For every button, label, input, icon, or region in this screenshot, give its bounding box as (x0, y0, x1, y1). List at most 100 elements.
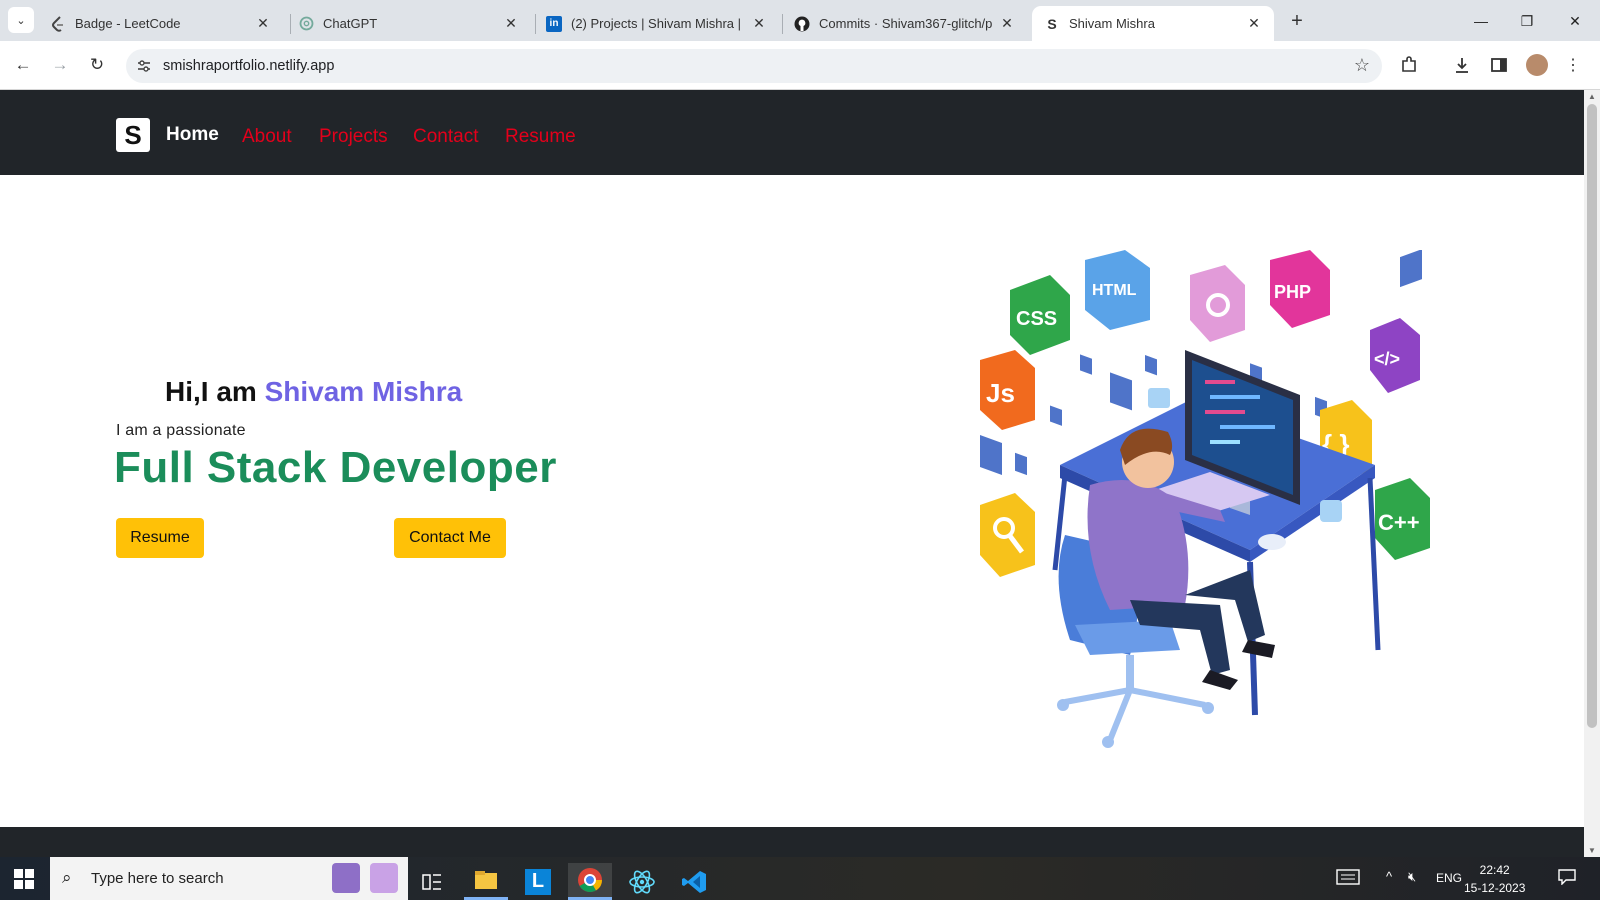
js-badge-icon: Js (980, 350, 1035, 430)
minimize-button[interactable]: — (1458, 8, 1504, 34)
cpp-badge-icon: C++ (1375, 478, 1430, 560)
nav-resume-link[interactable]: Resume (505, 126, 576, 148)
nav-projects-link[interactable]: Projects (319, 126, 388, 148)
file-explorer-icon[interactable] (464, 863, 508, 900)
browser-tab-linkedin[interactable]: in (2) Projects | Shivam Mishra | Li ✕ (534, 6, 779, 41)
windows-taskbar: ⌕ Type here to search L ^ 🔇︎ ENG 22:42 1… (0, 857, 1600, 900)
restore-button[interactable]: ❐ (1504, 8, 1550, 34)
page-footer-strip (0, 827, 1584, 857)
extensions-icon[interactable] (1396, 52, 1422, 78)
hero-role: Full Stack Developer (114, 443, 557, 492)
taskbar-search-box[interactable]: ⌕ Type here to search (50, 857, 408, 900)
svg-text:CSS: CSS (1016, 308, 1057, 330)
speaker-muted-icon[interactable]: 🔇︎ (1408, 869, 1416, 885)
taskbar-search-placeholder: Type here to search (91, 870, 224, 887)
restore-icon: ❐ (1520, 12, 1534, 29)
clock-date: 15-12-2023 (1464, 881, 1526, 895)
back-button[interactable]: ← (10, 52, 36, 78)
close-tab-icon[interactable]: ✕ (999, 15, 1015, 32)
search-badge-icon (980, 493, 1035, 577)
download-icon[interactable] (1449, 52, 1475, 78)
site-navbar: S Home About Projects Contact Resume (0, 90, 1584, 175)
hero-heading: Hi,I am Shivam Mishra (165, 376, 462, 408)
avatar (1526, 54, 1548, 76)
arrow-left-icon: ← (14, 55, 32, 74)
browser-tab-chatgpt[interactable]: ChatGPT ✕ (286, 6, 531, 41)
svg-text:Js: Js (986, 378, 1015, 408)
url-text[interactable]: smishraportfolio.netlify.app (163, 58, 334, 74)
hero-subtitle: I am a passionate (116, 422, 246, 439)
mouse (1258, 534, 1286, 550)
site-logo[interactable]: S (116, 118, 150, 152)
new-tab-button[interactable]: + (1284, 8, 1310, 34)
code-tag-badge-icon: </> (1370, 318, 1420, 393)
vscode-icon[interactable] (672, 863, 716, 900)
chevron-down-icon: ⌄ (16, 14, 26, 27)
address-bar[interactable]: smishraportfolio.netlify.app ☆ (126, 49, 1382, 83)
close-tab-icon[interactable]: ✕ (751, 15, 767, 32)
site-s-icon: S (1047, 15, 1057, 32)
minimize-icon: — (1474, 13, 1488, 29)
hero-greeting: Hi,I am (165, 376, 265, 407)
browser-toolbar: ← → ↻ smishraportfolio.netlify.app ☆ ⋮ (0, 41, 1600, 90)
browser-tab-strip: ⌄ Badge - LeetCode ✕ ChatGPT ✕ in (2) Pr… (0, 0, 1600, 41)
search-highlight-icon (370, 863, 398, 893)
html-badge-icon: HTML (1085, 250, 1150, 330)
scroll-thumb[interactable] (1587, 104, 1597, 728)
gear-badge-icon (1190, 265, 1245, 342)
nav-contact-link[interactable]: Contact (413, 126, 478, 148)
site-settings-icon[interactable] (134, 56, 154, 76)
linkedin-icon: in (546, 15, 562, 32)
leetcode-icon (50, 15, 66, 32)
svg-text:PHP: PHP (1274, 282, 1311, 302)
keyboard-layout-icon[interactable] (1336, 869, 1360, 888)
reload-icon: ↻ (89, 55, 105, 74)
plus-icon: + (1291, 9, 1303, 32)
hero-name: Shivam Mishra (264, 376, 463, 407)
search-icon: ⌕ (62, 868, 72, 887)
bookmark-star-icon[interactable]: ☆ (1354, 55, 1370, 76)
tab-search-button[interactable]: ⌄ (8, 7, 34, 33)
language-indicator[interactable]: ENG (1436, 871, 1462, 885)
task-view-icon[interactable] (410, 863, 454, 900)
arrow-right-icon: → (51, 55, 69, 74)
chevron-up-icon[interactable]: ^ (1386, 869, 1392, 884)
nav-home-link[interactable]: Home (166, 124, 219, 146)
scroll-down-icon[interactable]: ▼ (1587, 846, 1597, 855)
browser-tab-leetcode[interactable]: Badge - LeetCode ✕ (38, 6, 283, 41)
forward-button[interactable]: → (47, 52, 73, 78)
resume-button[interactable]: Resume (116, 518, 204, 558)
l-app-icon[interactable]: L (516, 863, 560, 900)
browser-tab-github[interactable]: Commits · Shivam367-glitch/pr ✕ (782, 6, 1027, 41)
clock-time: 22:42 (1479, 863, 1510, 877)
search-highlight-icon (332, 863, 360, 893)
close-window-button[interactable]: ✕ (1552, 8, 1598, 34)
nav-about-link[interactable]: About (242, 126, 292, 148)
close-tab-icon[interactable]: ✕ (255, 15, 271, 32)
coffee-cup (1320, 500, 1342, 522)
chatgpt-icon (298, 16, 314, 32)
profile-avatar[interactable] (1524, 52, 1550, 78)
php-badge-icon: PHP (1270, 250, 1330, 328)
chrome-icon[interactable] (568, 863, 612, 900)
pencil-cup (1148, 388, 1170, 408)
side-panel-icon[interactable] (1486, 52, 1512, 78)
reload-button[interactable]: ↻ (84, 52, 110, 78)
svg-text:C++: C++ (1378, 510, 1420, 535)
css-badge-icon: CSS (1010, 275, 1070, 355)
developer-at-desk-illustration: CSS HTML PHP </> Js { } C++ (980, 250, 1430, 748)
svg-text:</>: </> (1374, 349, 1400, 369)
react-app-icon[interactable] (620, 863, 664, 900)
windows-start-icon[interactable] (14, 869, 34, 889)
browser-menu-icon[interactable]: ⋮ (1560, 52, 1586, 78)
contact-me-button[interactable]: Contact Me (394, 518, 506, 558)
notification-icon[interactable] (1558, 869, 1576, 888)
taskbar-clock[interactable]: 22:42 15-12-2023 (1464, 861, 1525, 897)
browser-tab-shivam-mishra[interactable]: S Shivam Mishra ✕ (1032, 6, 1274, 41)
close-icon: ✕ (1569, 12, 1581, 29)
close-tab-icon[interactable]: ✕ (503, 15, 519, 32)
page-scrollbar[interactable]: ▲ ▼ (1584, 90, 1600, 857)
close-tab-icon[interactable]: ✕ (1246, 15, 1262, 32)
github-icon (794, 16, 810, 32)
scroll-up-icon[interactable]: ▲ (1587, 92, 1597, 101)
